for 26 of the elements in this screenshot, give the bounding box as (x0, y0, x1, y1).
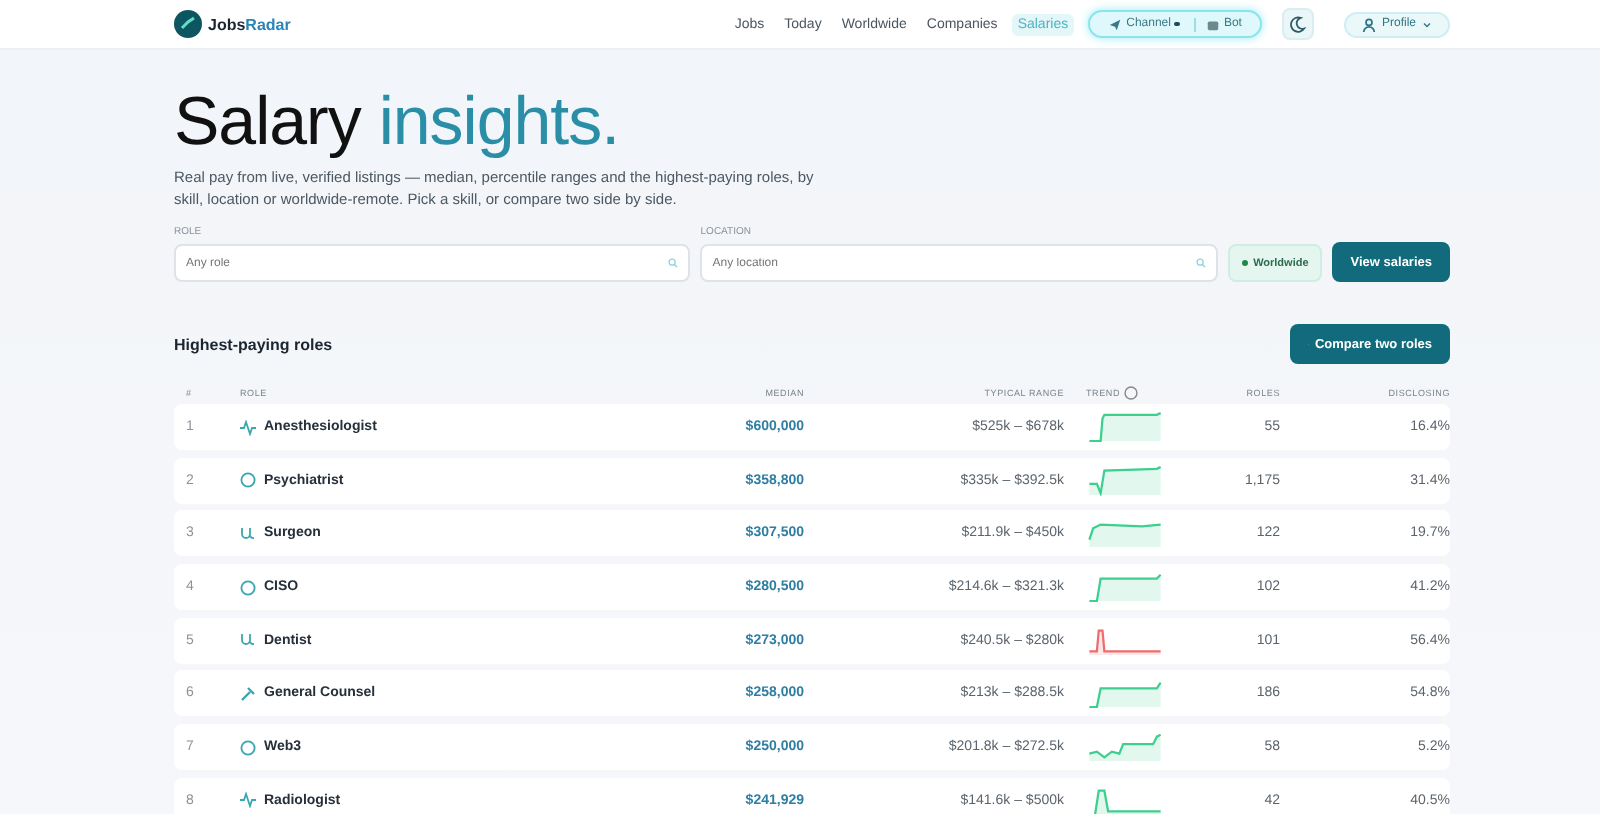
role-icon (240, 525, 256, 542)
role-icon (240, 419, 256, 435)
theme-toggle-button[interactable] (1281, 8, 1314, 40)
role-icon (240, 792, 256, 809)
role-icon (240, 685, 256, 702)
logo-text[interactable]: JobsRadar (208, 15, 291, 33)
send-icon (1108, 17, 1123, 31)
moon-icon (1288, 15, 1307, 33)
caret-icon (1422, 21, 1432, 27)
trend-sparkline (1086, 412, 1164, 442)
trend-sparkline (1086, 518, 1164, 549)
user-icon (1361, 17, 1376, 31)
trend-sparkline (1086, 625, 1164, 656)
section-title: Highest-paying roles (174, 335, 333, 353)
trend-sparkline (1086, 732, 1164, 763)
search-icon (1195, 258, 1206, 268)
page-title: Salary insights. (174, 86, 622, 158)
role-icon (240, 579, 256, 596)
role-icon (240, 739, 256, 756)
logo-icon (174, 10, 202, 38)
role-icon (240, 632, 256, 649)
role-icon (240, 472, 256, 489)
trend-sparkline (1086, 572, 1164, 603)
trend-sparkline (1086, 678, 1164, 709)
trend-sparkline (1086, 465, 1164, 496)
search-icon (668, 258, 679, 268)
